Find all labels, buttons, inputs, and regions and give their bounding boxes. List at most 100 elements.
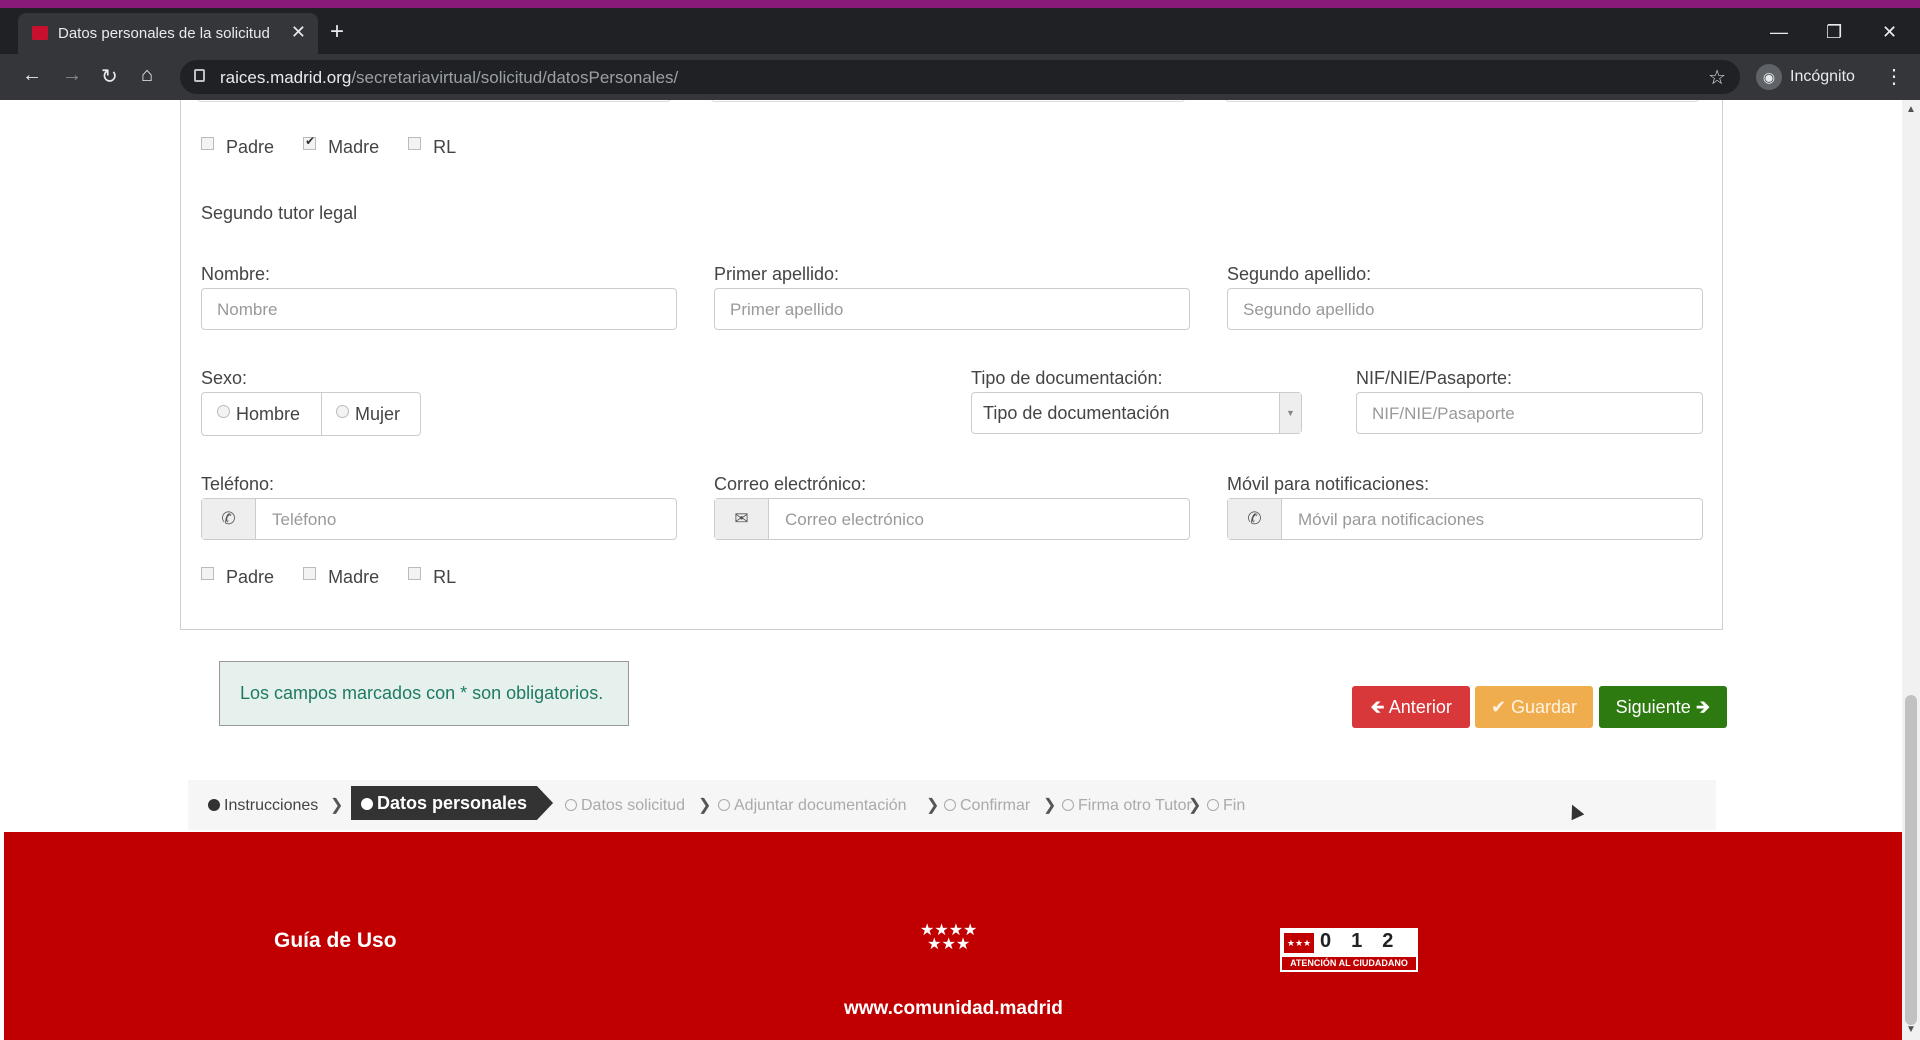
movil-input[interactable]: ✆ Móvil para notificaciones <box>1227 498 1703 540</box>
tipo-doc-label: Tipo de documentación: <box>971 368 1163 388</box>
radio-hombre[interactable]: Hombre <box>217 404 300 425</box>
scroll-up-icon[interactable]: ▲ <box>1906 104 1916 115</box>
chevron-right-icon: ❯ <box>1188 797 1202 814</box>
window-accent-bar <box>0 0 1920 8</box>
site-footer: Guía de Uso ★★★★ ★★★ ★★★ 012 ATENCIÓN AL … <box>4 832 1902 1040</box>
correo-input[interactable]: ✉ Correo electrónico <box>714 498 1190 540</box>
checkbox-label: Madre <box>328 566 380 587</box>
guardar-button[interactable]: ✔ Guardar <box>1475 686 1593 728</box>
checkbox-padre-1[interactable] <box>201 137 214 150</box>
correo-label: Correo electrónico: <box>714 474 867 494</box>
checkbox-madre-1[interactable] <box>303 134 317 150</box>
radio-icon <box>336 405 349 418</box>
tipo-doc-selected: Tipo de documentación <box>983 403 1170 423</box>
chevron-right-icon: ❯ <box>330 797 344 814</box>
step-datos-personales[interactable]: Datos personales <box>351 786 554 820</box>
radio-mujer[interactable]: Mujer <box>336 404 400 425</box>
chevron-right-icon: ❯ <box>698 797 712 814</box>
sexo-label: Sexo: <box>201 368 248 388</box>
minimize-button[interactable]: — <box>1770 22 1788 43</box>
wizard-steps: Instrucciones ❯ Datos personales Datos s… <box>188 780 1716 830</box>
checkbox-label: Madre <box>328 136 380 157</box>
page-scrollbar[interactable]: ▲ ▼ <box>1902 100 1920 1040</box>
checkbox-label: RL <box>433 136 457 157</box>
tab-strip: Datos personales de la solicitud ✕ + — ❐… <box>0 8 1920 54</box>
step-instrucciones[interactable]: Instrucciones <box>208 797 318 815</box>
address-bar[interactable]: raices.madrid.org/secretariavirtual/soli… <box>180 60 1740 94</box>
movil-label: Móvil para notificaciones: <box>1227 474 1430 494</box>
radio-icon <box>217 405 230 418</box>
logo-digits: 012 <box>1320 930 1414 952</box>
nombre-label: Nombre: <box>201 264 271 284</box>
primer-apellido-label: Primer apellido: <box>714 264 840 284</box>
phone-icon: ✆ <box>202 499 256 539</box>
page-viewport: Padre Madre RL Segundo tutor legal Nombr… <box>0 100 1920 1040</box>
step-firma[interactable]: Firma otro Tutor <box>1062 797 1192 815</box>
forward-arrow-icon[interactable]: → <box>62 64 82 87</box>
sexo-radio-group: Hombre Mujer <box>201 392 421 436</box>
step-confirmar[interactable]: Confirmar <box>944 797 1030 815</box>
madrid-stars-logo-icon: ★★★★ ★★★ <box>920 922 978 953</box>
primer-apellido-input[interactable]: Primer apellido <box>714 288 1190 330</box>
circle-icon <box>1062 799 1074 811</box>
tipo-doc-select[interactable]: Tipo de documentación ▼ <box>971 392 1302 434</box>
incognito-icon: ◉ <box>1756 64 1782 90</box>
checkbox-madre-2[interactable] <box>303 567 317 580</box>
second-tutor-roles: Padre Madre RL <box>201 566 480 588</box>
new-tab-button[interactable]: + <box>330 20 344 44</box>
logo-text: ATENCIÓN AL CIUDADANO <box>1282 957 1416 970</box>
divider <box>321 393 322 435</box>
scroll-down-icon[interactable]: ▼ <box>1906 1024 1916 1035</box>
site-favicon-icon <box>32 26 48 40</box>
back-arrow-icon[interactable]: ← <box>22 64 42 87</box>
checkbox-label: RL <box>433 566 457 587</box>
segundo-apellido-input[interactable]: Segundo apellido <box>1227 288 1703 330</box>
siguiente-button[interactable]: Siguiente 🡺 <box>1599 686 1727 728</box>
envelope-icon: ✉ <box>715 499 769 539</box>
nif-label: NIF/NIE/Pasaporte: <box>1356 368 1513 388</box>
nif-input[interactable]: NIF/NIE/Pasaporte <box>1356 392 1703 434</box>
logo-box: ★★★ 012 <box>1282 930 1416 956</box>
circle-icon <box>565 799 577 811</box>
step-datos-solicitud[interactable]: Datos solicitud <box>565 797 685 815</box>
guia-de-uso-link[interactable]: Guía de Uso <box>274 929 397 953</box>
maximize-button[interactable]: ❐ <box>1826 22 1842 43</box>
checkbox-padre-2[interactable] <box>201 567 214 580</box>
checkbox-label: Padre <box>226 566 275 587</box>
url-text: raices.madrid.org/secretariavirtual/soli… <box>220 68 679 87</box>
required-fields-notice: Los campos marcados con * son obligatori… <box>219 661 629 726</box>
circle-icon <box>944 799 956 811</box>
nombre-input[interactable]: Nombre <box>201 288 677 330</box>
browser-menu-icon[interactable]: ⋮ <box>1884 64 1904 89</box>
home-icon[interactable]: ⌂ <box>141 64 153 87</box>
close-tab-icon[interactable]: ✕ <box>291 22 306 43</box>
correo-placeholder: Correo electrónico <box>785 510 924 529</box>
cut-off-input <box>711 100 1185 102</box>
circle-icon <box>718 799 730 811</box>
checkbox-rl-2[interactable] <box>408 567 422 580</box>
chevron-right-icon: ❯ <box>926 797 940 814</box>
step-fin[interactable]: Fin <box>1207 797 1245 815</box>
bookmark-star-icon[interactable]: ☆ <box>1708 65 1726 90</box>
close-window-button[interactable]: ✕ <box>1882 22 1897 43</box>
atencion-012-logo[interactable]: ★★★ 012 ATENCIÓN AL CIUDADANO <box>1280 928 1418 972</box>
telefono-input[interactable]: ✆ Teléfono <box>201 498 677 540</box>
incognito-indicator[interactable]: ◉ Incógnito <box>1756 64 1855 90</box>
step-adjuntar[interactable]: Adjuntar documentación <box>718 797 907 815</box>
chevron-right-icon: ❯ <box>1043 797 1057 814</box>
circle-icon <box>361 798 373 810</box>
lock-icon <box>194 69 205 82</box>
anterior-button[interactable]: 🡸 Anterior <box>1352 686 1470 728</box>
tab-title: Datos personales de la solicitud <box>58 25 270 42</box>
checkbox-label: Padre <box>226 136 275 157</box>
reload-icon[interactable]: ↻ <box>101 64 118 89</box>
checkbox-rl-1[interactable] <box>408 137 422 150</box>
section-title: Segundo tutor legal <box>201 203 358 223</box>
scroll-thumb[interactable] <box>1905 695 1917 1025</box>
browser-toolbar: ← → ↻ ⌂ raices.madrid.org/secretariavirt… <box>0 54 1920 100</box>
chevron-down-icon: ▼ <box>1279 393 1301 433</box>
comunidad-madrid-link[interactable]: www.comunidad.madrid <box>844 998 1063 1020</box>
phone-icon: ✆ <box>1228 499 1282 539</box>
browser-tab[interactable]: Datos personales de la solicitud ✕ <box>18 13 318 54</box>
first-tutor-roles: Padre Madre RL <box>201 134 480 158</box>
